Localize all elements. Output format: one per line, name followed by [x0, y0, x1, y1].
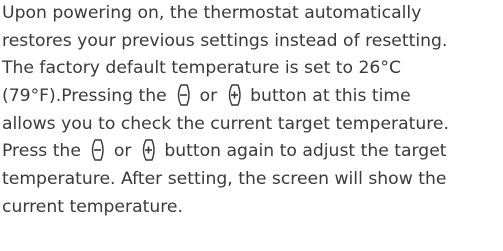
paragraph-line-3: The factory default temperature is set t… [2, 58, 401, 79]
paragraph-line-7: temperature. After setting, the screen w… [2, 169, 447, 190]
paragraph-line-8: current temperature. [2, 196, 183, 217]
plus-button-icon [138, 138, 158, 162]
line-4-text-a: (79°F).Pressing the [2, 86, 173, 107]
line-4-text-b: or [194, 86, 223, 107]
line-4-text-c: button at this time [244, 86, 411, 107]
paragraph-line-6: Press the or button again to adjust the … [2, 138, 503, 166]
paragraph-line-5: allows you to check the current target t… [2, 113, 449, 134]
paragraph-line-1: Upon powering on, the thermostat automat… [2, 3, 422, 23]
plus-button-icon [224, 83, 244, 107]
minus-button-icon [87, 138, 107, 162]
line-6-text-b: or [108, 141, 137, 162]
line-6-text-c: button again to adjust the target [158, 141, 447, 162]
paragraph-line-4: (79°F).Pressing the or button at this ti… [2, 83, 503, 111]
line-6-text-a: Press the [2, 141, 87, 162]
minus-button-icon [173, 83, 193, 107]
instruction-paragraph: Upon powering on, the thermostat automat… [2, 0, 503, 222]
paragraph-line-2: restores your previous settings instead … [2, 30, 448, 51]
